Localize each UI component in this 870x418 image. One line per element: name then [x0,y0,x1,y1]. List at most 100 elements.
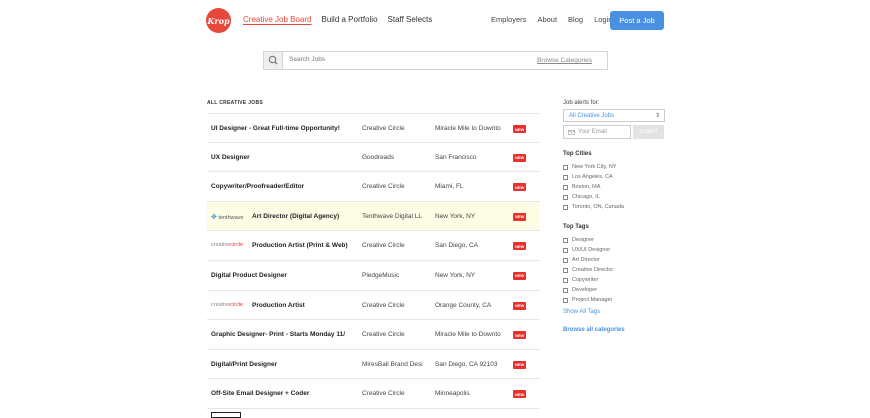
job-location: San Francisco [435,153,477,161]
creative-circle-logo-text-1: creative [211,242,231,249]
job-title[interactable]: Art Director (Digital Agency) [252,213,354,220]
job-title[interactable]: Digital/Print Designer [211,361,353,368]
job-location: San Diego, CA [435,242,478,250]
job-row[interactable]: creativecircle Production Artist (Print … [207,231,540,261]
job-company: Creative Circle [362,125,405,132]
job-alert-select[interactable]: All Creative Jobs ⇕ [563,109,665,122]
job-title[interactable]: Off-Site Email Designer + Coder [211,390,353,397]
submit-button[interactable]: SUBMIT [633,125,664,139]
job-row[interactable]: Graphic Designer- Print - Starts Monday … [207,320,540,350]
job-row[interactable]: Digital Product Designer PledgeMusic New… [207,261,540,291]
nav-employers[interactable]: Employers [491,15,526,24]
checkbox[interactable] [563,174,568,180]
job-company: Creative Circle [362,390,405,398]
city-filter[interactable]: New York City, NY [563,162,668,172]
city-filter[interactable]: Chicago, IL [563,192,668,202]
email-field[interactable]: Your Email [563,125,631,139]
city-label: Chicago, IL [572,194,600,200]
tag-filter[interactable]: Creative Director [563,265,668,275]
job-title[interactable]: Production Artist (Print & Web) [252,242,354,249]
job-row[interactable]: UX Designer Goodreads San Francisco NEW [207,143,540,173]
select-caret-icon: ⇕ [654,113,660,119]
job-row[interactable]: creativecircle Production Artist Creativ… [207,291,540,321]
job-row-featured[interactable]: ✥ tenthwave Art Director (Digital Agency… [207,201,540,232]
city-filter[interactable]: Boston, MA [563,182,668,192]
nav-build-portfolio[interactable]: Build a Portfolio [321,15,377,24]
creative-circle-logo-text-2: circle [230,301,244,308]
checkbox[interactable] [563,277,568,283]
city-filter[interactable]: Toronto, ON, Canada [563,202,668,212]
job-title[interactable]: Graphic Designer- Print - Starts Monday … [211,331,353,338]
show-all-tags-link[interactable]: Show All Tags [563,309,668,315]
job-location: Miracle Mile to Downto [435,331,501,339]
checkbox[interactable] [563,194,568,200]
job-company: PledgeMusic [362,271,400,279]
job-alerts-label: Job alerts for: [563,100,600,106]
city-label: Toronto, ON, Canada [572,204,624,210]
checkbox[interactable] [563,297,568,303]
job-row[interactable]: Copywriter/Proofreader/Editor Creative C… [207,172,540,202]
job-company: Tenthwave Digital LL [362,212,422,220]
city-label: New York City, NY [572,164,617,170]
tag-filter[interactable]: Project Manager [563,295,668,305]
checkbox[interactable] [563,184,568,190]
job-title[interactable]: Production Artist [252,302,354,309]
envelope-icon [568,129,575,135]
nav-about[interactable]: About [537,15,557,24]
job-location: New York, NY [435,271,476,279]
job-location: Orange County, CA [435,301,492,309]
job-location: New York, NY [435,212,476,220]
checkbox[interactable] [563,164,568,170]
job-row[interactable]: Off-Site Email Designer + Coder Creative… [207,379,540,409]
tag-filter[interactable]: Art Director [563,255,668,265]
tag-filter[interactable]: Designer [563,235,668,245]
checkbox[interactable] [563,267,568,273]
job-title[interactable]: Digital Product Designer [211,272,353,279]
partial-company-logo [211,412,241,418]
job-company: Creative Circle [362,183,405,191]
browse-categories-link[interactable]: Browse Categories [537,57,592,64]
job-row[interactable]: UI Designer - Great Full-time Opportunit… [207,113,540,143]
job-company: MiresBall Brand Desi [362,360,423,368]
tag-filter[interactable]: UX/UI Designer [563,245,668,255]
search-icon-box[interactable] [264,52,283,69]
nav-blog[interactable]: Blog [568,15,583,24]
krop-logo[interactable]: Krop [206,8,231,33]
new-badge: NEW [513,125,527,133]
job-title[interactable]: UI Designer - Great Full-time Opportunit… [211,125,353,132]
job-location: Minneapolis [435,390,470,398]
browse-all-categories-link[interactable]: Browse all categories [563,327,668,333]
checkbox[interactable] [563,237,568,243]
checkbox[interactable] [563,257,568,263]
top-cities-list: New York City, NY Los Angeles, CA Boston… [563,162,668,212]
job-location: Miracle Mile to Downto [435,125,501,132]
tenthwave-logo-text: tenthwave [218,214,244,221]
job-title[interactable]: Copywriter/Proofreader/Editor [211,183,353,190]
job-row[interactable]: Digital/Print Designer MiresBall Brand D… [207,350,540,380]
tag-filter[interactable]: Copywriter [563,275,668,285]
checkbox[interactable] [563,204,568,210]
top-tags-list: Designer UX/UI Designer Art Director Cre… [563,235,668,305]
city-label: Boston, MA [572,184,601,190]
new-badge: NEW [513,360,527,369]
post-a-job-button[interactable]: Post a Job [610,11,664,30]
search-bar: Browse Categories [263,51,608,70]
job-company: Creative Circle [362,242,405,250]
checkbox[interactable] [563,247,568,253]
new-badge: NEW [513,183,527,192]
city-label: Los Angeles, CA [572,174,613,180]
new-badge: NEW [513,153,527,162]
search-input[interactable] [289,56,489,63]
nav-staff-selects[interactable]: Staff Selects [388,15,433,24]
job-title[interactable]: UX Designer [211,154,353,161]
tag-filter[interactable]: Developer [563,285,668,295]
new-badge: NEW [513,271,527,280]
tenthwave-mark-icon: ✥ [211,213,217,221]
primary-nav: Creative Job Board Build a Portfolio Sta… [243,15,432,24]
sidebar: Job alerts for: All Creative Jobs ⇕ Your… [563,100,668,333]
creative-circle-logo: creativecircle [211,302,243,308]
top-tags-heading: Top Tags [563,224,589,230]
city-filter[interactable]: Los Angeles, CA [563,172,668,182]
checkbox[interactable] [563,287,568,293]
nav-creative-job-board[interactable]: Creative Job Board [243,15,311,24]
